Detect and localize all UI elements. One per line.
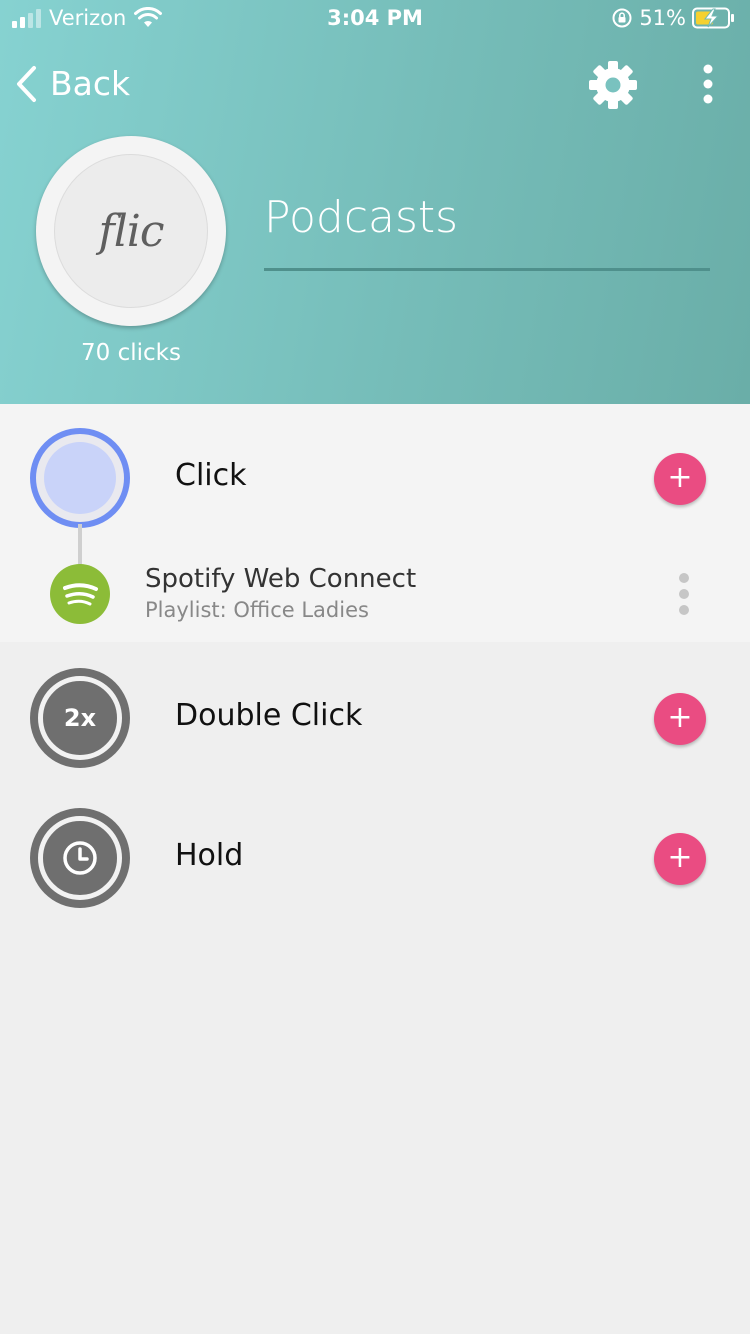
button-name-field[interactable]: Podcasts: [264, 188, 710, 272]
add-hold-action-button[interactable]: +: [654, 833, 706, 885]
name-underline: [264, 268, 710, 271]
orientation-lock-icon: [612, 8, 632, 28]
button-name-text: Podcasts: [264, 192, 459, 243]
status-right: 51%: [611, 6, 736, 30]
double-click-icon: 2x: [30, 668, 130, 768]
click-count: 70 clicks: [81, 340, 181, 366]
click-icon: [30, 428, 130, 528]
event-label-hold: Hold: [175, 838, 244, 873]
flic-button-face: flic: [54, 154, 208, 308]
event-label-click: Click: [175, 458, 247, 493]
action-title: Spotify Web Connect: [145, 564, 417, 594]
status-bar: Verizon 3:04 PM 51%: [0, 0, 750, 40]
action-options-button[interactable]: [672, 572, 696, 620]
add-click-action-button[interactable]: +: [654, 453, 706, 505]
navigation-bar: Back: [0, 56, 750, 112]
battery-charging-icon: [692, 7, 734, 29]
screen: Verizon 3:04 PM 51% Back flic 70 clicks …: [0, 0, 750, 1334]
flic-logo: flic: [98, 205, 164, 257]
add-double-click-action-button[interactable]: +: [654, 693, 706, 745]
more-vertical-icon: [703, 64, 713, 104]
event-row-click: Click +: [0, 418, 750, 538]
action-subtitle: Playlist: Office Ladies: [145, 598, 369, 622]
battery-percent: 51%: [639, 6, 686, 30]
event-row-double-click: 2x Double Click +: [0, 658, 750, 778]
double-click-icon-text: 2x: [45, 683, 115, 753]
back-button[interactable]: Back: [14, 64, 130, 103]
flic-button-image: flic: [36, 136, 226, 326]
header: Verizon 3:04 PM 51% Back flic 70 clicks …: [0, 0, 750, 404]
spotify-icon: [50, 564, 110, 624]
more-vertical-icon: [679, 573, 689, 615]
event-label-double-click: Double Click: [175, 698, 363, 733]
action-row-spotify[interactable]: Spotify Web Connect Playlist: Office Lad…: [0, 556, 750, 636]
back-label: Back: [50, 64, 131, 103]
gear-icon: [589, 61, 637, 109]
settings-button[interactable]: [586, 58, 640, 116]
event-row-hold: Hold +: [0, 798, 750, 918]
chevron-left-icon: [17, 65, 36, 102]
hold-clock-icon: [30, 808, 130, 908]
more-options-button[interactable]: [698, 64, 718, 110]
